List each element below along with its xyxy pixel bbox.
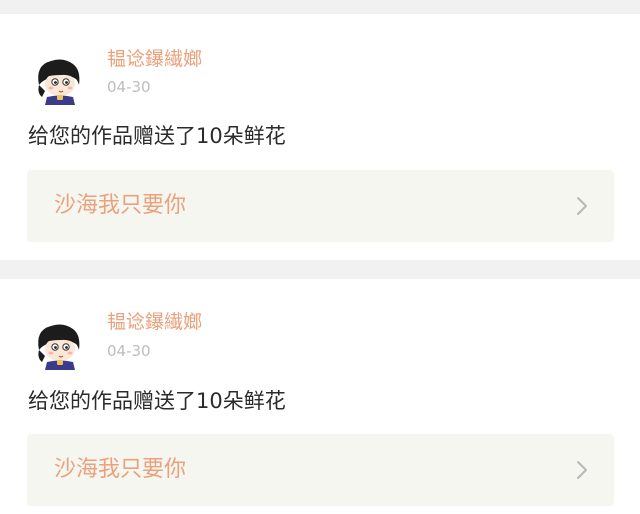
work-title: 沙海我只要你 bbox=[54, 457, 187, 482]
notification-message: 给您的作品赠送了10朵鲜花 bbox=[28, 389, 286, 413]
notification-feed: 韫谂鑤繊嫏 04-30 给您的作品赠送了10朵鲜花 沙海我只要你 韫谂鑤繊嫏 0… bbox=[0, 0, 640, 514]
notification-card: 韫谂鑤繊嫏 04-30 给您的作品赠送了10朵鲜花 沙海我只要你 bbox=[0, 279, 640, 514]
username[interactable]: 韫谂鑤繊嫏 bbox=[107, 47, 202, 71]
notification-message: 给您的作品赠送了10朵鲜花 bbox=[28, 124, 286, 148]
chevron-right-icon bbox=[576, 196, 588, 216]
notification-card: 韫谂鑤繊嫏 04-30 给您的作品赠送了10朵鲜花 沙海我只要你 bbox=[0, 14, 640, 260]
work-title: 沙海我只要你 bbox=[54, 193, 187, 218]
work-link[interactable]: 沙海我只要你 bbox=[27, 434, 614, 506]
work-link[interactable]: 沙海我只要你 bbox=[27, 170, 614, 242]
username[interactable]: 韫谂鑤繊嫏 bbox=[107, 310, 202, 334]
timestamp: 04-30 bbox=[107, 342, 151, 360]
user-avatar[interactable] bbox=[33, 320, 83, 370]
timestamp: 04-30 bbox=[107, 78, 151, 96]
user-avatar[interactable] bbox=[33, 55, 83, 105]
chevron-right-icon bbox=[576, 460, 588, 480]
